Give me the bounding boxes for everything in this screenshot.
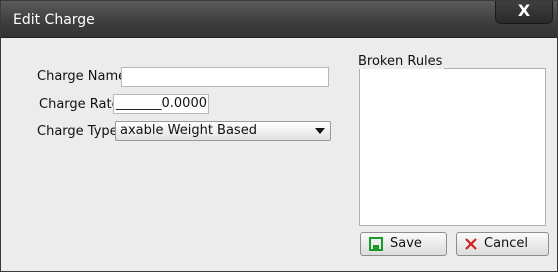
title-bar[interactable]: Edit Charge X — [1, 1, 557, 38]
save-button[interactable]: Save — [360, 232, 447, 256]
close-button[interactable]: X — [495, 1, 553, 24]
broken-rules-label: Broken Rules — [356, 54, 445, 69]
chevron-down-icon — [315, 128, 325, 134]
broken-rules-list[interactable] — [359, 68, 546, 226]
window-title: Edit Charge — [13, 12, 95, 28]
charge-rate-label: Charge Rate — [39, 97, 120, 112]
charge-type-label: Charge Type: — [37, 124, 123, 139]
charge-name-label: Charge Name: — [37, 69, 131, 84]
dialog-body: Charge Name: Charge Rate _______0.0000 C… — [13, 38, 549, 259]
charge-type-select[interactable]: axable Weight Based — [115, 121, 331, 141]
charge-type-value: axable Weight Based — [120, 123, 257, 138]
save-icon — [369, 237, 383, 251]
cancel-label: Cancel — [484, 236, 529, 251]
edit-charge-dialog: Edit Charge X Charge Name: Charge Rate _… — [0, 0, 558, 272]
charge-name-input[interactable] — [121, 67, 329, 87]
close-icon — [465, 238, 477, 250]
cancel-button[interactable]: Cancel — [456, 232, 549, 256]
save-label: Save — [390, 236, 422, 251]
charge-rate-input[interactable]: _______0.0000 — [113, 94, 209, 114]
